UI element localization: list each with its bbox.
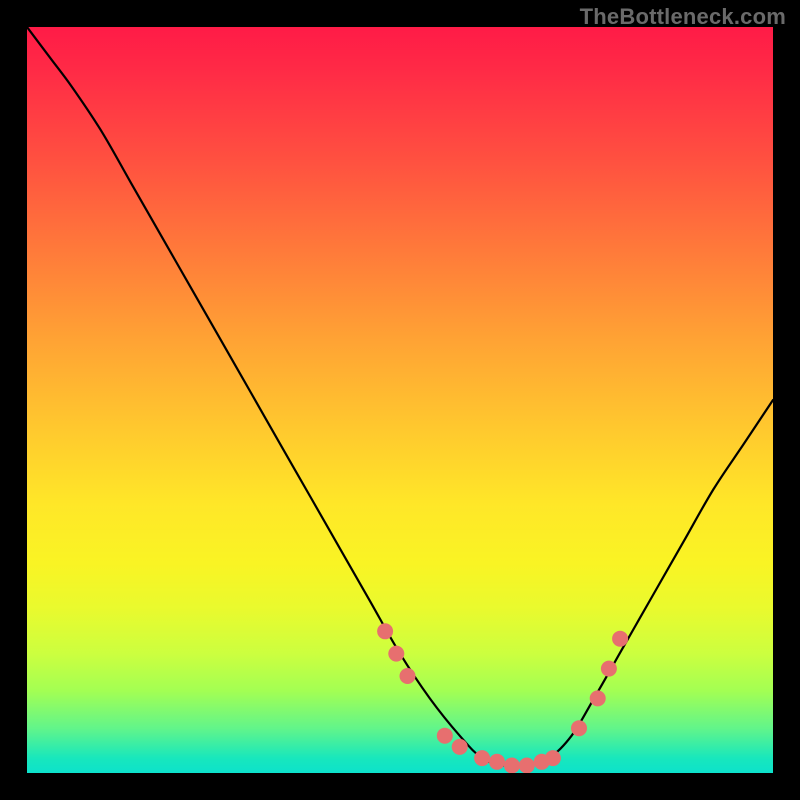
data-point-marker — [519, 758, 535, 774]
data-point-marker — [388, 646, 404, 662]
data-point-marker — [474, 750, 490, 766]
data-point-markers — [377, 623, 628, 773]
data-point-marker — [545, 750, 561, 766]
data-point-marker — [452, 739, 468, 755]
data-point-marker — [590, 690, 606, 706]
chart-svg — [27, 27, 773, 773]
data-point-marker — [400, 668, 416, 684]
data-point-marker — [601, 661, 617, 677]
data-point-marker — [504, 758, 520, 774]
data-point-marker — [377, 623, 393, 639]
data-point-marker — [612, 631, 628, 647]
data-point-marker — [437, 728, 453, 744]
data-point-marker — [571, 720, 587, 736]
data-point-marker — [489, 754, 505, 770]
chart-area — [27, 27, 773, 773]
